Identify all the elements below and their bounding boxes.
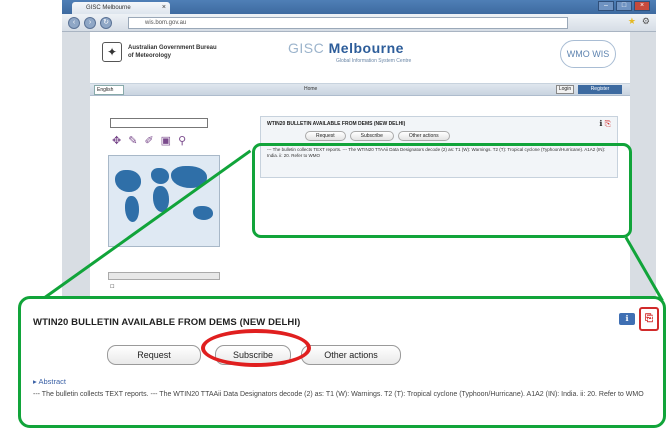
pdf-export-icon[interactable]: ⎘ bbox=[639, 307, 659, 331]
site-navbar: English Home Login Register bbox=[90, 84, 630, 96]
back-icon[interactable]: ‹ bbox=[68, 17, 80, 29]
register-link[interactable]: Register bbox=[578, 85, 622, 94]
reload-icon[interactable]: ↻ bbox=[100, 17, 112, 29]
metadata-info-icon[interactable]: ℹ bbox=[619, 313, 635, 325]
result-title-small[interactable]: WTIN20 BULLETIN AVAILABLE FROM DEMS (NEW… bbox=[267, 121, 405, 127]
browser-toolbar: ‹ › ↻ wis.bom.gov.au ★ ⚙ bbox=[62, 14, 656, 32]
maximize-icon[interactable]: □ bbox=[616, 1, 632, 11]
close-icon[interactable]: × bbox=[162, 2, 166, 14]
map-option-checkbox[interactable]: ☐ bbox=[110, 284, 114, 290]
gisc-name: Melbourne bbox=[328, 40, 404, 56]
result-actions-small: Request Subscribe Other actions bbox=[305, 131, 450, 141]
subscribe-highlight-circle bbox=[201, 329, 311, 367]
map-tool-icon[interactable]: ✥ bbox=[112, 134, 121, 147]
abstract-toggle[interactable]: ▸ Abstract bbox=[33, 377, 66, 386]
other-actions-button[interactable]: Other actions bbox=[301, 345, 401, 365]
brush-icon[interactable]: ✐ bbox=[144, 134, 153, 147]
result-title[interactable]: WTIN20 BULLETIN AVAILABLE FROM DEMS (NEW… bbox=[33, 317, 300, 328]
window-titlebar: GISC Melbourne × – □ × bbox=[62, 0, 656, 14]
gov-name: Australian Government Bureau of Meteorol… bbox=[128, 45, 217, 59]
settings-wrench-icon[interactable]: ⚙ bbox=[642, 16, 650, 27]
gisc-prefix: GISC bbox=[288, 40, 325, 56]
window-close-icon[interactable]: × bbox=[634, 1, 650, 11]
world-map[interactable] bbox=[108, 155, 220, 247]
request-button-small[interactable]: Request bbox=[305, 131, 346, 141]
login-button[interactable]: Login bbox=[556, 85, 574, 94]
map-scrollbar[interactable] bbox=[108, 272, 220, 280]
coat-of-arms-icon: ✦ bbox=[102, 42, 122, 62]
site-header: ✦ Australian Government Bureau of Meteor… bbox=[90, 32, 630, 84]
search-input[interactable] bbox=[110, 118, 208, 128]
window-controls: – □ × bbox=[598, 1, 650, 11]
highlight-frame-small bbox=[252, 143, 632, 238]
gisc-subtitle: Global Information System Centre bbox=[336, 58, 412, 64]
gisc-logo: GISC Melbourne bbox=[288, 40, 404, 56]
bookmark-star-icon[interactable]: ★ bbox=[628, 16, 636, 27]
address-bar[interactable]: wis.bom.gov.au bbox=[128, 17, 568, 29]
result-icons-small: ℹ ⎘ bbox=[599, 119, 611, 129]
pdf-icon[interactable]: ⎘ bbox=[605, 119, 611, 128]
tab-title: GISC Melbourne bbox=[86, 5, 131, 11]
forward-icon[interactable]: › bbox=[84, 17, 96, 29]
home-link[interactable]: Home bbox=[304, 86, 317, 92]
document-icon[interactable]: ▣ bbox=[161, 134, 171, 147]
minimize-icon[interactable]: – bbox=[598, 1, 614, 11]
subscribe-button-small[interactable]: Subscribe bbox=[349, 131, 394, 141]
other-actions-button-small[interactable]: Other actions bbox=[397, 131, 450, 141]
pencil-icon[interactable]: ✎ bbox=[128, 134, 137, 147]
language-select[interactable]: English bbox=[94, 85, 124, 95]
abstract-label: Abstract bbox=[38, 377, 66, 386]
browser-tab[interactable]: GISC Melbourne × bbox=[72, 2, 170, 14]
result-icons: ℹ ⎘ bbox=[619, 307, 659, 331]
magnifier-icon[interactable]: ⚲ bbox=[178, 134, 186, 147]
wmo-wis-logo: WMO WIS bbox=[560, 40, 616, 68]
info-icon[interactable]: ℹ bbox=[599, 119, 602, 128]
search-sidebar: ✥ ✎ ✐ ▣ ⚲ ☐ bbox=[100, 108, 238, 290]
request-button[interactable]: Request bbox=[107, 345, 201, 365]
abstract-text: --- The bulletin collects TEXT reports. … bbox=[33, 391, 644, 398]
search-type-icons: ✥ ✎ ✐ ▣ ⚲ bbox=[112, 134, 238, 147]
zoomed-result-callout: WTIN20 BULLETIN AVAILABLE FROM DEMS (NEW… bbox=[18, 296, 666, 428]
